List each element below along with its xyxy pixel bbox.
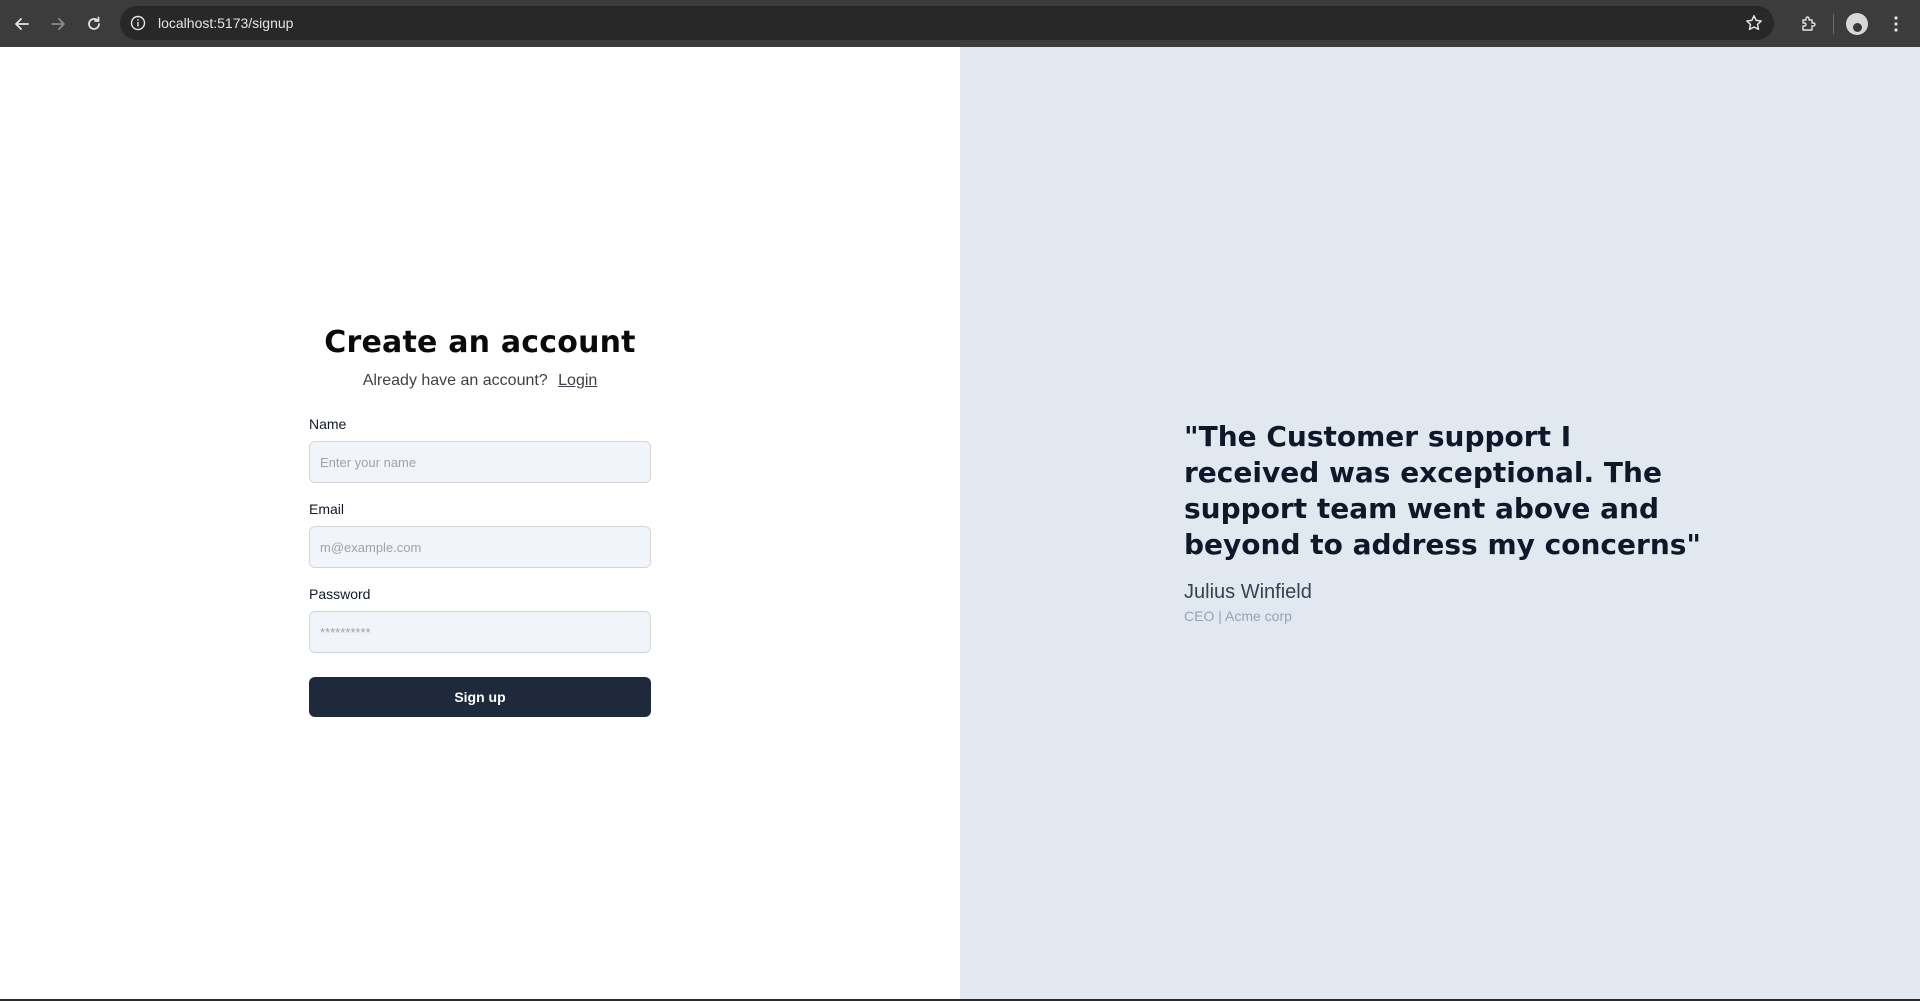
- puzzle-icon: [1802, 15, 1816, 31]
- name-input[interactable]: [309, 441, 651, 483]
- testimonial-quote: "The Customer support I received was exc…: [1184, 420, 1702, 561]
- name-label: Name: [309, 416, 347, 432]
- menu-button[interactable]: [1882, 10, 1910, 38]
- avatar-head: [1852, 22, 1862, 32]
- browser-toolbar: localhost:5173/signup: [0, 0, 1920, 47]
- info-icon[interactable]: [130, 15, 146, 31]
- reload-button[interactable]: [80, 10, 108, 38]
- signup-form: Create an account Already have an accoun…: [309, 325, 651, 717]
- signup-button[interactable]: Sign up: [309, 677, 651, 717]
- bookmark-button[interactable]: [1744, 13, 1764, 33]
- login-prompt-text: Already have an account?: [362, 372, 548, 389]
- extensions-button[interactable]: [1795, 10, 1823, 38]
- password-input[interactable]: [309, 611, 651, 653]
- email-label: Email: [309, 501, 345, 517]
- address-bar[interactable]: localhost:5173/signup: [120, 6, 1774, 40]
- login-prompt: Already have an account? Login: [309, 372, 651, 390]
- kebab-menu-icon: [1894, 15, 1898, 32]
- password-label: Password: [309, 586, 371, 602]
- toolbar-divider: [1833, 13, 1834, 34]
- login-link[interactable]: Login: [558, 372, 597, 389]
- arrow-right-icon: [51, 17, 65, 30]
- arrow-left-icon: [15, 17, 29, 30]
- page-title: Create an account: [324, 325, 636, 360]
- reload-icon: [88, 16, 100, 30]
- toolbar-actions: [1795, 0, 1920, 47]
- testimonial: "The Customer support I received was exc…: [1184, 419, 1704, 624]
- page: Create an account Already have an accoun…: [0, 47, 1920, 1000]
- email-input[interactable]: [309, 526, 651, 568]
- testimonial-pane: "The Customer support I received was exc…: [960, 47, 1920, 1000]
- back-button[interactable]: [8, 10, 36, 38]
- testimonial-author: Julius Winfield: [1184, 581, 1312, 603]
- avatar[interactable]: [1846, 12, 1868, 35]
- testimonial-role: CEO | Acme corp: [1184, 608, 1292, 624]
- url-text[interactable]: localhost:5173/signup: [158, 15, 293, 31]
- signup-pane: Create an account Already have an accoun…: [0, 47, 960, 1000]
- forward-button[interactable]: [44, 10, 72, 38]
- star-icon: [1746, 15, 1762, 31]
